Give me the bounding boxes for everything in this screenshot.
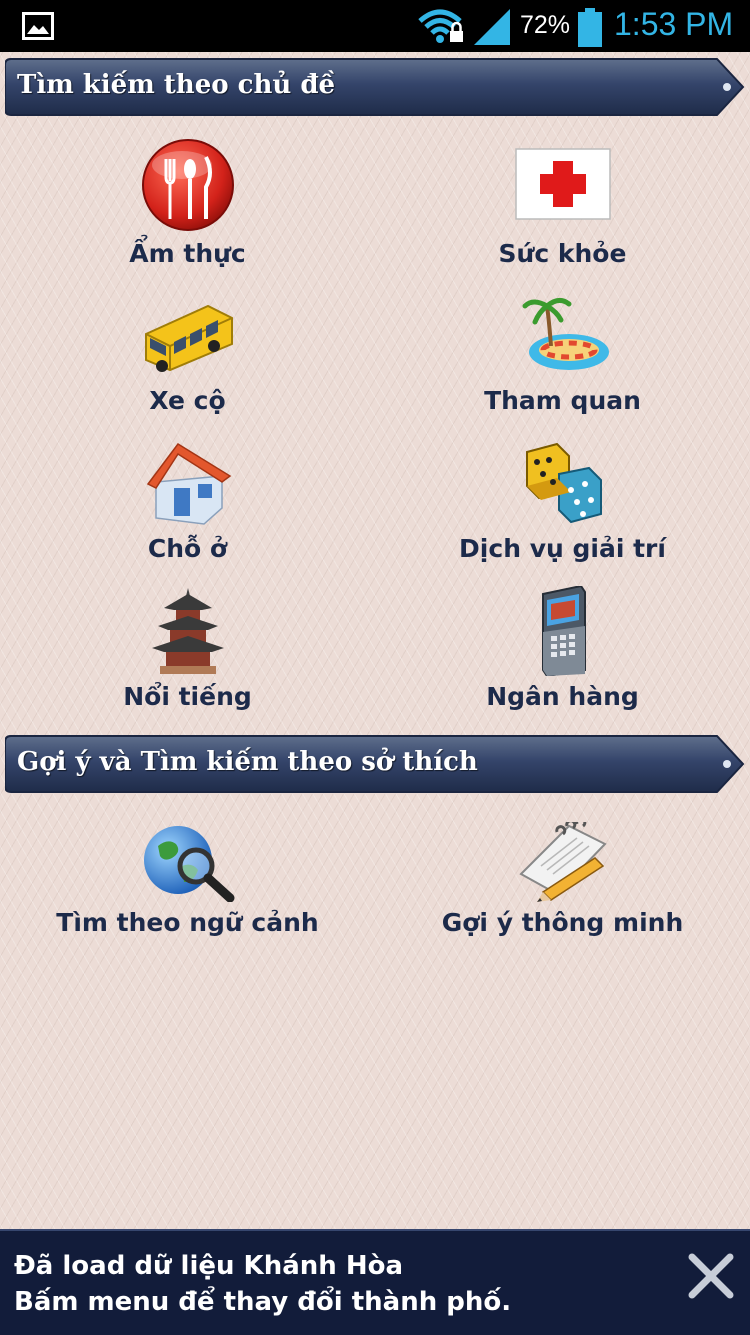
topic-section-title: Tìm kiếm theo chủ đề	[17, 70, 336, 100]
pagoda-icon	[0, 586, 375, 676]
category-label: Ngân hàng	[486, 682, 639, 711]
island-icon	[375, 290, 750, 380]
category-label: Nổi tiếng	[123, 682, 252, 711]
category-label: Ẩm thực	[129, 239, 246, 268]
category-vehicles[interactable]: Xe cộ	[0, 290, 375, 415]
category-dining[interactable]: Ẩm thực	[0, 137, 375, 268]
interest-section-title: Gợi ý và Tìm kiếm theo sở thích	[17, 747, 478, 777]
category-sightseeing[interactable]: Tham quan	[375, 290, 750, 415]
category-bank[interactable]: Ngân hàng	[375, 586, 750, 711]
banner-line-2: Bấm menu để thay đổi thành phố.	[14, 1287, 512, 1317]
clock: 1:53 PM	[614, 6, 734, 42]
wifi-lock-icon	[418, 9, 466, 49]
house-icon	[0, 438, 375, 528]
status-banner: Đã load dữ liệu Khánh Hòa Bấm menu để th…	[0, 1229, 750, 1335]
cell-signal-icon	[472, 9, 512, 49]
red-cross-icon	[375, 137, 750, 233]
category-label: Xe cộ	[149, 386, 226, 415]
category-label: Sức khỏe	[498, 239, 627, 268]
smart-suggest-item[interactable]: Gợi ý thông minh	[375, 822, 750, 937]
image-icon	[22, 12, 54, 44]
globe-search-icon	[0, 822, 375, 902]
category-accommodation[interactable]: Chỗ ở	[0, 438, 375, 563]
bus-icon	[0, 290, 375, 380]
category-label: Tìm theo ngữ cảnh	[56, 908, 319, 937]
category-health[interactable]: Sức khỏe	[375, 137, 750, 268]
context-search-item[interactable]: Tìm theo ngữ cảnh	[0, 822, 375, 937]
battery-percent: 72%	[520, 11, 571, 39]
notepad-pencil-icon	[375, 822, 750, 902]
category-entertainment[interactable]: Dịch vụ giải trí	[375, 438, 750, 563]
dice-icon	[375, 438, 750, 528]
interest-section-header: Gợi ý và Tìm kiếm theo sở thích	[5, 734, 745, 793]
topic-section-header: Tìm kiếm theo chủ đề	[5, 57, 745, 116]
category-label: Tham quan	[484, 386, 641, 415]
battery-icon	[577, 8, 603, 52]
banner-line-1: Đã load dữ liệu Khánh Hòa	[14, 1251, 403, 1281]
category-label: Gợi ý thông minh	[441, 908, 684, 937]
category-label: Chỗ ở	[147, 534, 228, 563]
dining-icon	[0, 137, 375, 233]
close-icon[interactable]	[686, 1251, 736, 1301]
atm-icon	[375, 586, 750, 676]
category-famous[interactable]: Nổi tiếng	[0, 586, 375, 711]
category-label: Dịch vụ giải trí	[459, 534, 666, 563]
status-bar: 72% 1:53 PM	[0, 0, 750, 52]
